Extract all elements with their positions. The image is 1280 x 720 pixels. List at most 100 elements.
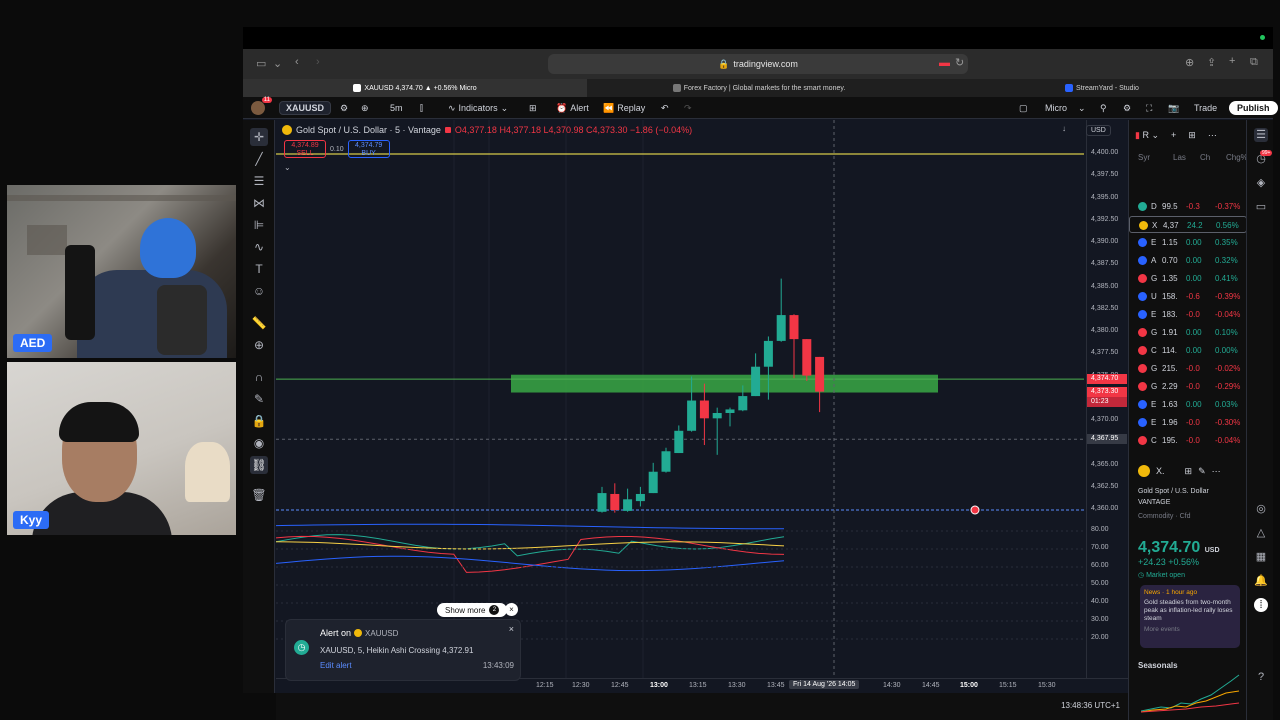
- symbol-settings-icon[interactable]: ⚙: [340, 101, 348, 115]
- watchlist-title[interactable]: ▮ R ⌄: [1135, 130, 1159, 141]
- download-icon[interactable]: ⊕: [1185, 56, 1194, 69]
- chart-canvas[interactable]: [276, 120, 1086, 678]
- news-card[interactable]: News · 1 hour ago Gold steadies from two…: [1140, 585, 1240, 648]
- watchlist-row[interactable]: G 215. -0.0 -0.02%: [1129, 360, 1247, 377]
- ruler-icon[interactable]: 📏: [250, 314, 268, 332]
- help-icon[interactable]: ?: [1254, 670, 1268, 684]
- forward-icon[interactable]: ›: [316, 56, 320, 68]
- bell-icon[interactable]: 🔔: [1254, 574, 1268, 588]
- user-avatar[interactable]: 11: [251, 97, 272, 115]
- watchlist-row[interactable]: G 2.29 -0.0 -0.29%: [1129, 378, 1247, 395]
- col-last[interactable]: Las: [1173, 153, 1186, 162]
- projection-icon[interactable]: ⊫: [250, 216, 268, 234]
- currency-button[interactable]: USD: [1086, 125, 1111, 136]
- detail-name[interactable]: Gold Spot / U.S. Dollar: [1138, 488, 1209, 495]
- fullscreen-icon[interactable]: ⛶: [1146, 101, 1152, 115]
- watchlist-icon[interactable]: ☰: [1254, 128, 1268, 142]
- close-all-icon[interactable]: ×: [505, 603, 518, 616]
- watchlist-row[interactable]: G 1.35 0.00 0.41%: [1129, 270, 1247, 287]
- watchlist-row[interactable]: E 1.63 0.00 0.03%: [1129, 396, 1247, 413]
- emoji-icon[interactable]: ☺: [250, 282, 268, 300]
- close-icon[interactable]: ×: [509, 624, 514, 634]
- alert-button[interactable]: ⏰ Alert: [556, 101, 589, 115]
- layers-icon[interactable]: ◈: [1254, 176, 1268, 190]
- publish-button[interactable]: Publish: [1229, 101, 1278, 115]
- watchlist-row[interactable]: E 1.15 0.00 0.35%: [1129, 234, 1247, 251]
- price-axis[interactable]: 4,400.00 4,397.50 4,395.00 4,392.50 4,390.00…: [1086, 120, 1128, 678]
- magnet-icon[interactable]: ∩: [250, 368, 268, 386]
- layout-box-icon[interactable]: ▢: [1019, 101, 1028, 115]
- tab-forexfactory[interactable]: Forex Factory | Global markets for the s…: [587, 79, 931, 97]
- collapse-legend-icon[interactable]: ⌄: [284, 163, 291, 172]
- sell-button[interactable]: 4,374.89 SELL: [284, 140, 326, 158]
- url-bar[interactable]: 🔒 tradingview.com: [548, 54, 968, 74]
- new-tab-icon[interactable]: +: [1229, 55, 1235, 67]
- settings-icon[interactable]: ⚙: [1123, 101, 1131, 115]
- col-change[interactable]: Ch: [1200, 153, 1210, 162]
- tab-tradingview[interactable]: XAUUSD 4,374.70 ▲ +0.56% Micro: [243, 79, 587, 97]
- watchlist-row[interactable]: D 99.5 -0.3 -0.37%: [1129, 198, 1247, 215]
- price-chart[interactable]: Gold Spot / U.S. Dollar · 5 · Vantage O4…: [276, 120, 1086, 678]
- symbol-search[interactable]: XAUUSD: [279, 101, 332, 115]
- compare-add-icon[interactable]: ⊕: [361, 101, 369, 115]
- buy-button[interactable]: 4,374.79 BUY: [347, 140, 390, 158]
- col-symbol[interactable]: Syr: [1138, 153, 1150, 162]
- stay-drawing-icon[interactable]: ✎: [250, 390, 268, 408]
- trade-button[interactable]: Trade: [1194, 101, 1217, 115]
- trendline-icon[interactable]: ╱: [250, 150, 268, 168]
- chevron-down-icon[interactable]: ⌄: [273, 57, 282, 70]
- watchlist-row[interactable]: U 158. -0.6 -0.39%: [1129, 288, 1247, 305]
- share-icon[interactable]: ⇪: [1207, 56, 1216, 69]
- tab-streamyard[interactable]: StreamYard - Studio: [931, 79, 1273, 97]
- undo-icon[interactable]: ↶: [661, 101, 669, 115]
- eye-icon[interactable]: ◉: [250, 434, 268, 452]
- brush-icon[interactable]: ∿: [250, 238, 268, 256]
- watchlist-row[interactable]: X 4,37 24.2 0.56%: [1129, 216, 1247, 233]
- target-icon[interactable]: ◎: [1254, 502, 1268, 516]
- show-more-button[interactable]: Show more 2: [437, 603, 508, 617]
- link-icon[interactable]: ⛓: [250, 456, 268, 474]
- chat-icon[interactable]: ▭: [1254, 200, 1268, 214]
- pine-icon[interactable]: △: [1254, 526, 1268, 540]
- chart-download-icon[interactable]: ↓: [1062, 124, 1066, 133]
- calendar-icon[interactable]: ▦: [1254, 550, 1268, 564]
- candle-type-icon[interactable]: ⫿: [420, 101, 423, 115]
- apps-icon[interactable]: ⁞: [1254, 598, 1268, 612]
- watchlist-row[interactable]: E 1.96 -0.0 -0.30%: [1129, 414, 1247, 431]
- watchlist-row[interactable]: G 1.91 0.00 0.10%: [1129, 324, 1247, 341]
- search-icon[interactable]: ⚲: [1100, 101, 1107, 115]
- edit-icon[interactable]: ✎: [1198, 466, 1206, 477]
- trash-icon[interactable]: 🗑: [250, 486, 268, 504]
- account-select[interactable]: Micro ⌄: [1045, 101, 1086, 115]
- edit-alert-link[interactable]: Edit alert: [320, 661, 352, 670]
- watchlist-row[interactable]: E 183. -0.0 -0.04%: [1129, 306, 1247, 323]
- more-icon[interactable]: ⋯: [1208, 130, 1217, 141]
- col-change-pct[interactable]: Chg%: [1226, 153, 1248, 162]
- watchlist-row[interactable]: C 114. 0.00 0.00%: [1129, 342, 1247, 359]
- utc-clock[interactable]: 13:48:36 UTC+1: [1061, 701, 1120, 710]
- lock-icon[interactable]: 🔒: [250, 412, 268, 430]
- add-symbol-icon[interactable]: +: [1171, 130, 1176, 141]
- sidebar-icon[interactable]: ▭: [256, 57, 266, 70]
- watchlist-row[interactable]: C 195. -0.0 -0.04%: [1129, 432, 1247, 449]
- indicators-button[interactable]: ∿ Indicators ⌄: [448, 101, 508, 115]
- interval-button[interactable]: 5m: [390, 101, 403, 115]
- layouts-icon[interactable]: ⊞: [529, 101, 537, 115]
- camera-icon[interactable]: 📷: [1168, 101, 1179, 115]
- tab-overview-icon[interactable]: ⧉: [1250, 56, 1258, 69]
- advanced-view-icon[interactable]: ⊞: [1188, 130, 1196, 141]
- back-icon[interactable]: ‹: [295, 56, 299, 68]
- watchlist-row[interactable]: A 0.70 0.00 0.32%: [1129, 252, 1247, 269]
- replay-button[interactable]: ⏪ Replay: [603, 101, 645, 115]
- more-events-link[interactable]: More events: [1144, 626, 1236, 633]
- fib-icon[interactable]: ☰: [250, 172, 268, 190]
- extension-icon[interactable]: ▬: [939, 57, 950, 69]
- reload-icon[interactable]: ↻: [955, 56, 964, 69]
- more-icon[interactable]: ⋯: [1212, 466, 1221, 477]
- zoom-in-icon[interactable]: ⊕: [250, 336, 268, 354]
- redo-icon[interactable]: ↷: [684, 101, 692, 115]
- pattern-icon[interactable]: ⋈: [250, 194, 268, 212]
- crosshair-icon[interactable]: ✛: [250, 128, 268, 146]
- grid-icon[interactable]: ⊞: [1185, 466, 1193, 477]
- text-icon[interactable]: T: [250, 260, 268, 278]
